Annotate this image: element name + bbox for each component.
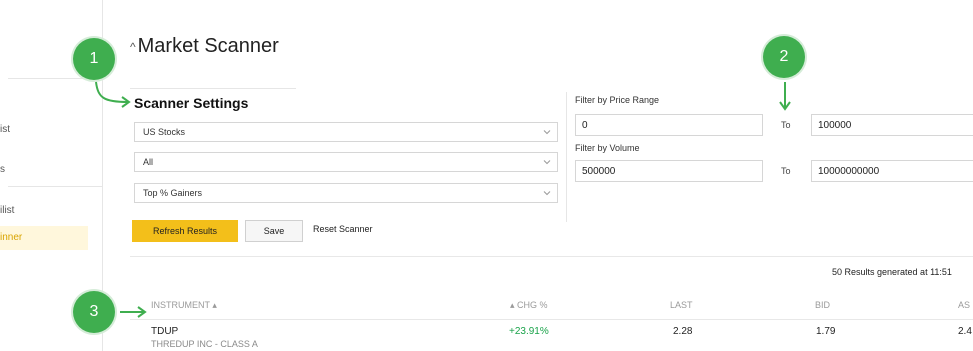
price-min-input[interactable]: 0 (575, 114, 763, 136)
callout-arrow-2 (779, 82, 791, 111)
instrument-symbol[interactable]: TDUP (151, 326, 178, 337)
bid-price: 1.79 (816, 326, 836, 337)
sort-icon: ▴ (510, 300, 515, 310)
price-max-input[interactable]: 100000 (811, 114, 973, 136)
scanner-settings-heading: Scanner Settings (134, 95, 249, 111)
callout-marker-1: 1 (73, 38, 115, 80)
collapse-chevron-icon[interactable]: ^ (130, 40, 136, 54)
last-price: 2.28 (673, 326, 693, 337)
sidebar-item-2[interactable]: s (0, 164, 5, 175)
reset-scanner-button[interactable]: Reset Scanner (313, 224, 373, 234)
sidebar-item-1[interactable]: ist (0, 124, 10, 135)
chevron-down-icon (543, 130, 551, 135)
volume-max-input[interactable]: 10000000000 (811, 160, 973, 182)
sector-select-value: All (143, 157, 154, 167)
sidebar-divider (8, 186, 102, 187)
callout-marker-2: 2 (763, 36, 805, 78)
volume-label: Filter by Volume (575, 143, 640, 153)
sector-select[interactable]: All (134, 152, 558, 172)
column-header-chg[interactable]: ▴ CHG % (510, 300, 548, 311)
callout-marker-3-number: 3 (89, 303, 99, 320)
callout-marker-2-number: 2 (779, 48, 789, 65)
column-header-chg-label: CHG % (517, 300, 548, 310)
settings-divider (130, 88, 296, 89)
column-header-bid[interactable]: BID (815, 300, 830, 310)
scan-type-select-value: Top % Gainers (143, 188, 203, 198)
table-row[interactable]: TDUP THREDUP INC - CLASS A +23.91% 2.28 … (130, 322, 973, 351)
instrument-name: THREDUP INC - CLASS A (151, 339, 258, 349)
change-percent: +23.91% (509, 326, 549, 337)
sidebar-item-scanner[interactable]: inner (0, 232, 22, 243)
section-divider (130, 256, 973, 257)
column-header-ask[interactable]: AS (958, 300, 970, 310)
column-header-last[interactable]: LAST (670, 300, 693, 310)
callout-marker-3: 3 (73, 291, 115, 333)
page-title: ^ Market Scanner (130, 35, 279, 58)
volume-to-label: To (781, 166, 791, 176)
chevron-down-icon (543, 160, 551, 165)
market-select[interactable]: US Stocks (134, 122, 558, 142)
price-to-label: To (781, 120, 791, 130)
callout-arrow-3 (120, 306, 147, 318)
price-range-label: Filter by Price Range (575, 95, 660, 105)
market-select-value: US Stocks (143, 127, 186, 137)
refresh-results-button[interactable]: Refresh Results (132, 220, 238, 242)
settings-vertical-divider (566, 92, 567, 222)
callout-arrow-1 (95, 81, 131, 108)
results-summary: 50 Results generated at 11:51 (832, 267, 952, 277)
sidebar-item-3[interactable]: ilist (0, 205, 14, 216)
save-button[interactable]: Save (245, 220, 303, 242)
chevron-down-icon (543, 191, 551, 196)
table-header-divider (130, 319, 973, 320)
volume-min-input[interactable]: 500000 (575, 160, 763, 182)
sort-up-icon: ▴ (212, 300, 217, 310)
ask-price: 2.4 (958, 326, 972, 337)
column-header-instrument[interactable]: INSTRUMENT ▴ (151, 300, 217, 311)
callout-marker-1-number: 1 (89, 50, 99, 67)
column-header-instrument-label: INSTRUMENT (151, 300, 210, 310)
page-title-text: Market Scanner (137, 35, 279, 57)
scan-type-select[interactable]: Top % Gainers (134, 183, 558, 203)
